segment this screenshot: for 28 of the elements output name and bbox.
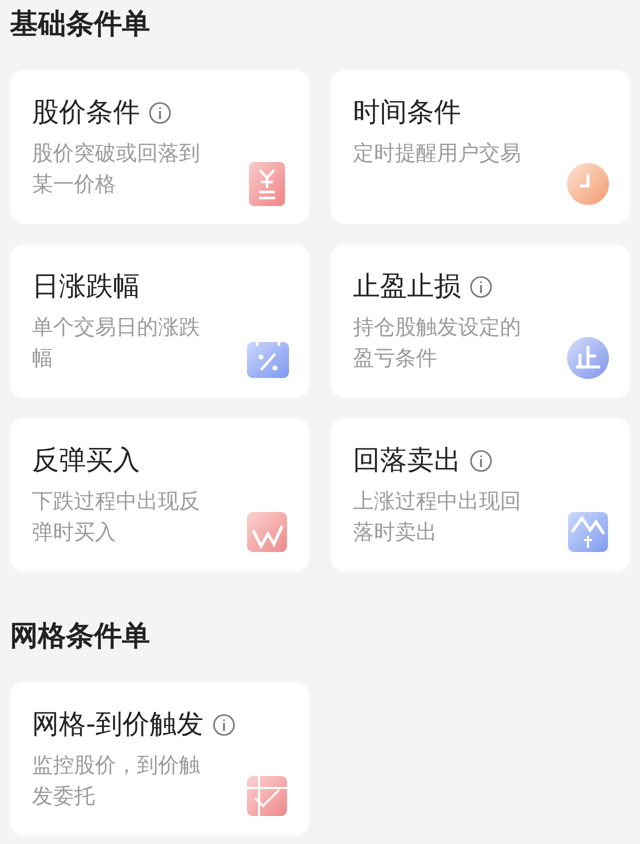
condition-card[interactable]: 日涨跌幅 单个交易日的涨跌幅 (10, 244, 309, 398)
card-title: 网格-到价触发 (32, 708, 204, 742)
condition-card[interactable]: 回落卖出 上涨过程中出现回落时卖出 (331, 418, 630, 572)
info-icon[interactable] (148, 101, 172, 125)
card-title: 日涨跌幅 (32, 270, 140, 304)
info-icon[interactable] (469, 275, 493, 299)
condition-card[interactable]: 股价条件 股价突破或回落到某一价格 (10, 70, 309, 224)
info-icon[interactable] (469, 449, 493, 473)
card-title: 止盈止损 (353, 270, 461, 304)
card-description: 股价突破或回落到某一价格 (32, 140, 201, 198)
condition-card[interactable]: 反弹买入 下跌过程中出现反弹时买入 (10, 418, 309, 572)
card-description: 单个交易日的涨跌幅 (32, 314, 201, 372)
card-title: 反弹买入 (32, 444, 140, 478)
card-description: 监控股价，到价触发委托 (32, 752, 201, 810)
condition-card[interactable]: 时间条件 定时提醒用户交易 (331, 70, 630, 224)
card-title: 股价条件 (32, 96, 140, 130)
section-title: 基础条件单 (10, 6, 151, 42)
condition-card[interactable]: 止盈止损 持仓股触发设定的盈亏条件 (331, 244, 630, 398)
card-title: 时间条件 (353, 96, 461, 130)
card-description: 上涨过程中出现回落时卖出 (353, 488, 522, 546)
info-icon[interactable] (212, 713, 236, 737)
section-title: 网格条件单 (10, 618, 151, 654)
condition-card[interactable]: 网格-到价触发 监控股价，到价触发委托 (10, 682, 309, 836)
card-description: 持仓股触发设定的盈亏条件 (353, 314, 522, 372)
card-title: 回落卖出 (353, 444, 461, 478)
card-description: 定时提醒用户交易 (353, 140, 522, 167)
clock-icon (566, 162, 612, 208)
card-description: 下跌过程中出现反弹时买入 (32, 488, 201, 546)
